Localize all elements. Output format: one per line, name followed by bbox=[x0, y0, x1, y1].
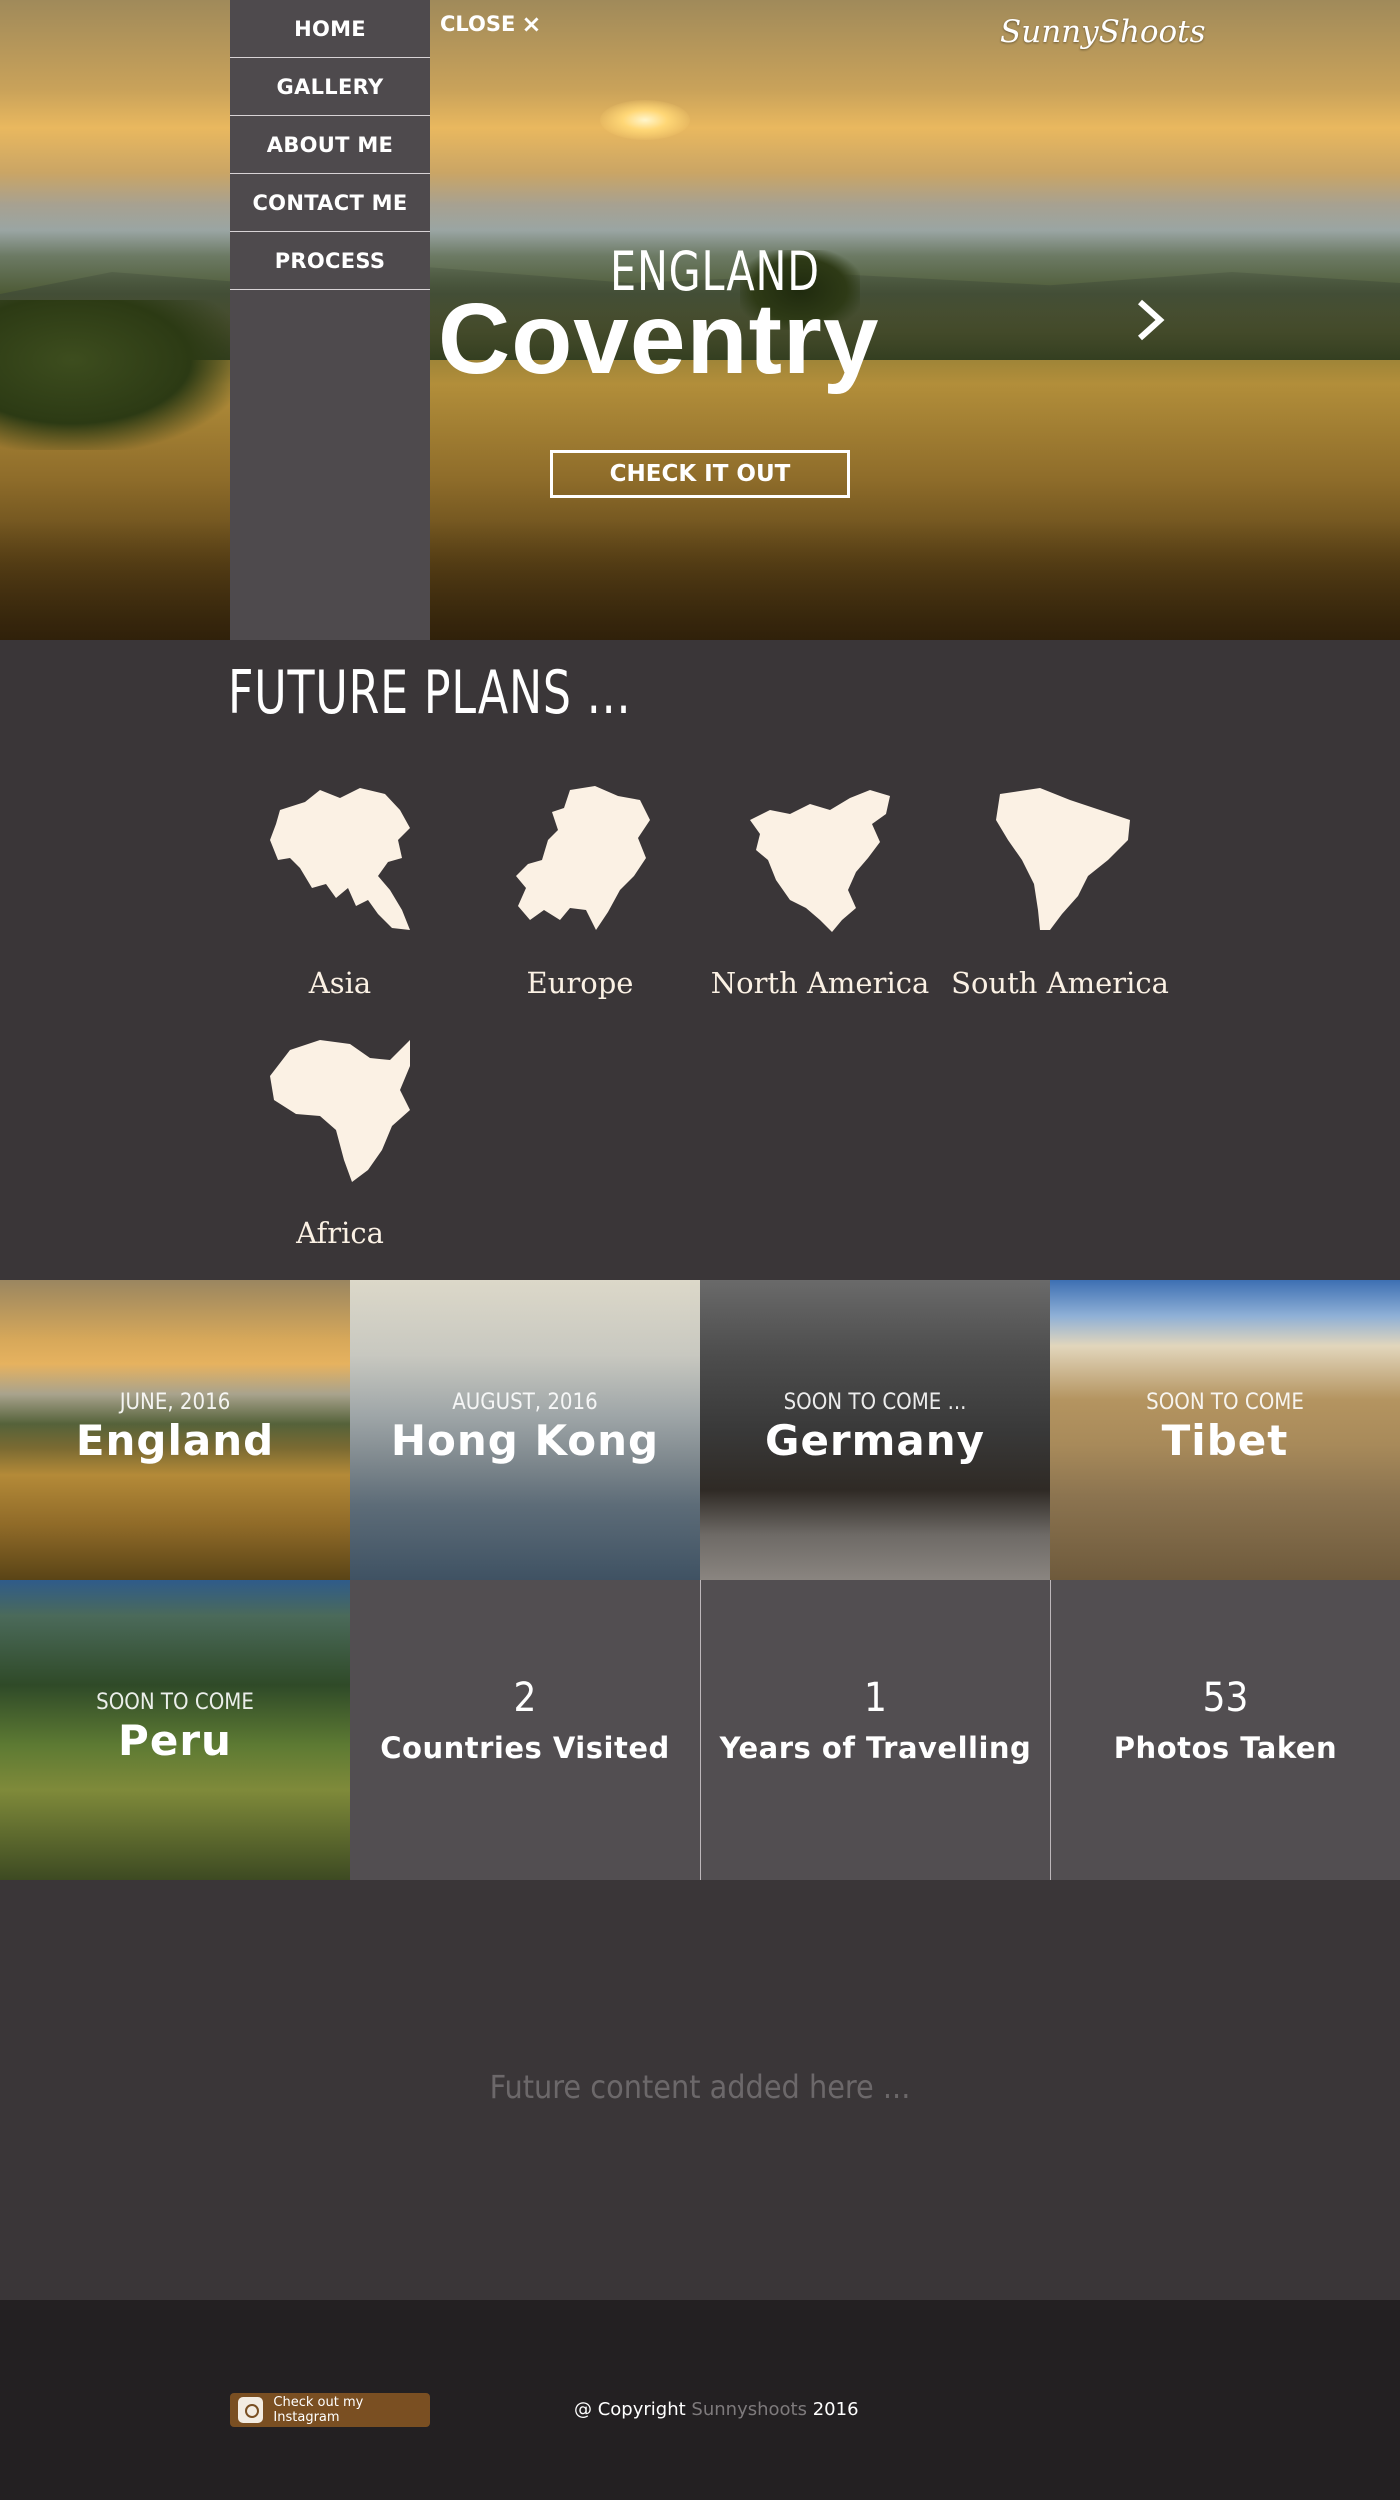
north-america-map-icon bbox=[750, 790, 890, 932]
menu-item-contact[interactable]: CONTACT ME bbox=[230, 174, 430, 232]
continent-label: Europe bbox=[526, 966, 634, 1000]
stat-label: Countries Visited bbox=[380, 1731, 670, 1765]
site-logo[interactable]: SunnyShoots bbox=[1000, 14, 1206, 50]
placeholder-text: Future content added here ... bbox=[489, 2068, 911, 2106]
continent-label: South America bbox=[951, 966, 1169, 1000]
stat-countries-visited: 2 Countries Visited bbox=[350, 1580, 700, 1880]
hero-trees bbox=[0, 300, 240, 450]
page: HOME GALLERY ABOUT ME CONTACT ME PROCESS… bbox=[0, 0, 1400, 2500]
hero-field bbox=[0, 520, 1400, 640]
chevron-right-icon[interactable] bbox=[1130, 296, 1170, 344]
continent-south-america[interactable]: South America bbox=[940, 780, 1180, 1000]
continent-north-america[interactable]: North America bbox=[700, 780, 940, 1000]
gallery-tile-england[interactable]: JUNE, 2016 England bbox=[0, 1280, 350, 1580]
section-title: FUTURE PLANS ... bbox=[228, 658, 632, 728]
close-icon: × bbox=[521, 10, 542, 38]
continent-label: Africa bbox=[296, 1216, 384, 1250]
stat-value: 1 bbox=[864, 1675, 887, 1721]
tile-date: SOON TO COME ... bbox=[783, 1390, 967, 1415]
stat-label: Photos Taken bbox=[1113, 1731, 1338, 1765]
tile-title: Peru bbox=[118, 1716, 232, 1765]
copyright-year: 2016 bbox=[812, 2399, 859, 2420]
continent-asia[interactable]: Asia bbox=[220, 780, 460, 1000]
copyright-text: @ Copyright Sunnyshoots 2016 bbox=[574, 2399, 859, 2420]
continent-label: Asia bbox=[308, 966, 372, 1000]
instagram-icon bbox=[238, 2397, 264, 2423]
south-america-map-icon bbox=[996, 788, 1130, 930]
gallery-tile-germany[interactable]: SOON TO COME ... Germany bbox=[700, 1280, 1050, 1580]
close-label: CLOSE bbox=[440, 12, 516, 36]
hero-city: Coventry bbox=[438, 283, 880, 395]
tile-date: SOON TO COME bbox=[1146, 1390, 1304, 1415]
tile-title: Hong Kong bbox=[390, 1416, 660, 1465]
gallery-tile-peru[interactable]: SOON TO COME Peru bbox=[0, 1580, 350, 1880]
future-content-section: Future content added here ... bbox=[0, 1880, 1400, 2300]
copyright-prefix: @ Copyright bbox=[574, 2399, 686, 2420]
menu-item-gallery[interactable]: GALLERY bbox=[230, 58, 430, 116]
tile-title: Germany bbox=[764, 1416, 986, 1465]
menu-item-about[interactable]: ABOUT ME bbox=[230, 116, 430, 174]
gallery-tile-tibet[interactable]: SOON TO COME Tibet bbox=[1050, 1280, 1400, 1580]
check-it-out-button[interactable]: CHECK IT OUT bbox=[550, 450, 850, 498]
africa-map-icon bbox=[270, 1040, 410, 1182]
tile-date: AUGUST, 2016 bbox=[452, 1390, 598, 1415]
stat-value: 53 bbox=[1202, 1675, 1249, 1721]
continent-europe[interactable]: Europe bbox=[460, 780, 700, 1000]
stat-years-travelling: 1 Years of Travelling bbox=[700, 1580, 1050, 1880]
menu-item-home[interactable]: HOME bbox=[230, 0, 430, 58]
hero-banner: HOME GALLERY ABOUT ME CONTACT ME PROCESS… bbox=[0, 0, 1400, 640]
instagram-label: Check out my Instagram bbox=[273, 2395, 364, 2425]
stat-photos-taken: 53 Photos Taken bbox=[1050, 1580, 1400, 1880]
stat-value: 2 bbox=[513, 1675, 537, 1721]
gallery-tile-hong-kong[interactable]: AUGUST, 2016 Hong Kong bbox=[350, 1280, 700, 1580]
instagram-button[interactable]: Check out my Instagram bbox=[230, 2393, 430, 2427]
hero-sun bbox=[600, 100, 690, 140]
tile-date: SOON TO COME bbox=[96, 1690, 254, 1715]
tile-title: England bbox=[75, 1416, 275, 1465]
menu-item-process[interactable]: PROCESS bbox=[230, 232, 430, 290]
footer: Check out my Instagram @ Copyright Sunny… bbox=[0, 2300, 1400, 2500]
continent-label: North America bbox=[710, 966, 930, 1000]
asia-map-icon bbox=[270, 788, 410, 930]
close-menu-button[interactable]: CLOSE × bbox=[440, 12, 541, 36]
future-plans-section: FUTURE PLANS ... Asia Europe North Ameri… bbox=[0, 640, 1400, 1280]
continent-africa[interactable]: Africa bbox=[220, 1030, 460, 1250]
side-menu: HOME GALLERY ABOUT ME CONTACT ME PROCESS bbox=[230, 0, 430, 640]
copyright-brand[interactable]: Sunnyshoots bbox=[691, 2399, 807, 2420]
europe-map-icon bbox=[516, 786, 650, 930]
tile-title: Tibet bbox=[1161, 1416, 1289, 1465]
tile-date: JUNE, 2016 bbox=[119, 1390, 231, 1415]
stat-label: Years of Travelling bbox=[719, 1731, 1032, 1765]
